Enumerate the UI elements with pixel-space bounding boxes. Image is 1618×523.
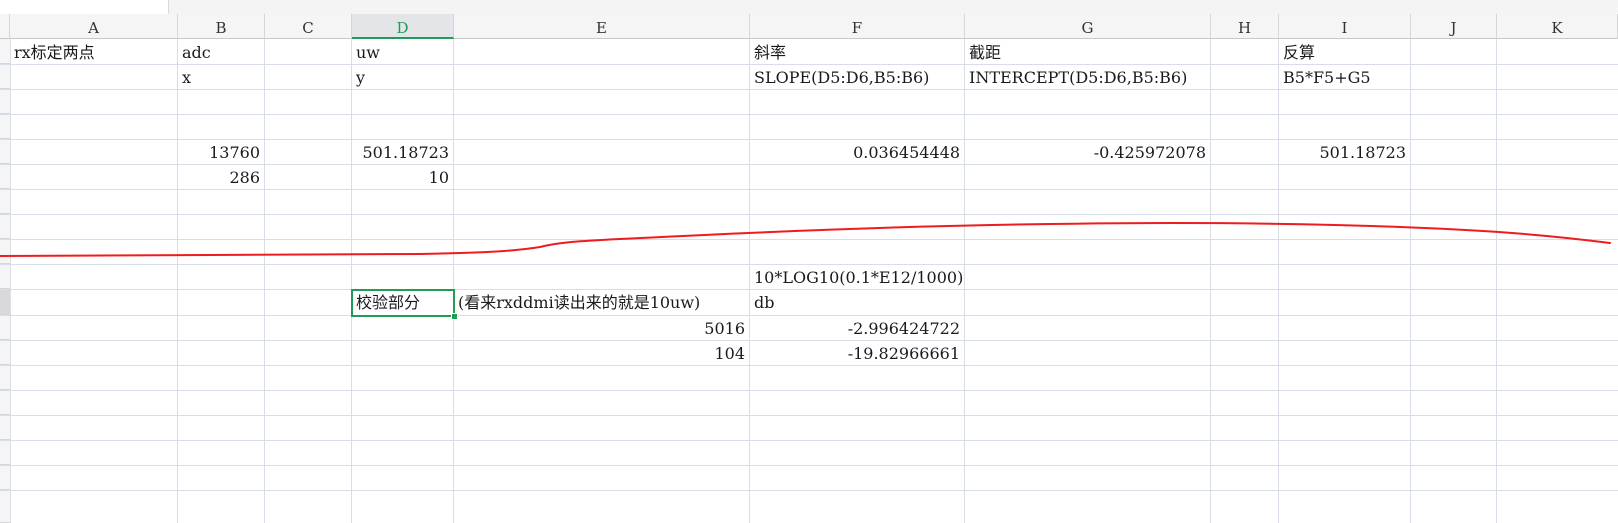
cell-f5[interactable]: 0.036454448 (750, 140, 964, 164)
column-header-k[interactable]: K (1497, 14, 1618, 39)
cell-i5[interactable]: 501.18723 (1279, 140, 1410, 164)
grid-line (0, 465, 1618, 466)
grid-line (10, 39, 11, 523)
row-header[interactable] (0, 465, 10, 490)
grid-line (0, 239, 1618, 240)
row-header[interactable] (0, 114, 10, 139)
column-header-i[interactable]: I (1279, 14, 1411, 39)
cell-f11[interactable]: db (750, 290, 964, 314)
cell-f12[interactable]: -2.996424722 (750, 316, 964, 340)
row-header[interactable] (0, 264, 10, 289)
cell-f10[interactable]: 10*LOG10(0.1*E12/1000) (750, 265, 990, 289)
cell-g1[interactable]: 截距 (965, 40, 1210, 64)
grid-line (0, 440, 1618, 441)
cell-a1[interactable]: rx标定两点 (10, 40, 177, 64)
row-header[interactable] (0, 390, 10, 415)
grid-line (1278, 39, 1279, 523)
grid-line (0, 365, 1618, 366)
cell-e12[interactable]: 5016 (454, 316, 749, 340)
grid-line (1496, 39, 1497, 523)
grid-line (453, 39, 454, 523)
cell-d2[interactable]: y (352, 65, 453, 89)
cell-f13[interactable]: -19.82966661 (750, 341, 964, 365)
cell-i2[interactable]: B5*F5+G5 (1279, 65, 1410, 89)
grid-line (0, 214, 1618, 215)
cell-b2[interactable]: x (178, 65, 264, 89)
grid-line (351, 39, 352, 523)
grid-line (177, 39, 178, 523)
grid-line (0, 89, 1618, 90)
cell-d6[interactable]: 10 (352, 165, 453, 189)
grid-line (264, 39, 265, 523)
cell-g2[interactable]: INTERCEPT(D5:D6,B5:B6) (965, 65, 1210, 89)
grid-line (0, 415, 1618, 416)
selected-cell-outline (351, 289, 455, 317)
grid-line (1410, 39, 1411, 523)
column-header-g[interactable]: G (965, 14, 1211, 39)
grid-line (1210, 39, 1211, 523)
cell-d5[interactable]: 501.18723 (352, 140, 453, 164)
active-tab-edge (0, 0, 169, 14)
column-header-f[interactable]: F (750, 14, 965, 39)
row-header[interactable] (0, 340, 10, 365)
column-header-c[interactable]: C (265, 14, 352, 39)
cell-e13[interactable]: 104 (454, 341, 749, 365)
row-header-active[interactable] (0, 289, 10, 315)
cell-f2[interactable]: SLOPE(D5:D6,B5:B6) (750, 65, 964, 89)
column-header-j[interactable]: J (1411, 14, 1497, 39)
row-header[interactable] (0, 39, 10, 64)
row-header[interactable] (0, 164, 10, 189)
row-header[interactable] (0, 139, 10, 164)
column-header-e[interactable]: E (454, 14, 750, 39)
grid-line (0, 189, 1618, 190)
cell-b1[interactable]: adc (178, 40, 264, 64)
column-header-d[interactable]: D (352, 14, 454, 39)
cell-e11[interactable]: (看来rxddmi读出来的就是10uw) (454, 290, 750, 314)
column-header-b[interactable]: B (178, 14, 265, 39)
cell-i1[interactable]: 反算 (1279, 40, 1410, 64)
row-header[interactable] (0, 490, 10, 523)
cell-f1[interactable]: 斜率 (750, 40, 964, 64)
row-header[interactable] (0, 189, 10, 214)
row-header[interactable] (0, 64, 10, 89)
row-header[interactable] (0, 365, 10, 390)
row-header[interactable] (0, 415, 10, 440)
row-header[interactable] (0, 239, 10, 264)
row-header[interactable] (0, 440, 10, 465)
fill-handle[interactable] (451, 313, 458, 320)
cell-b6[interactable]: 286 (178, 165, 264, 189)
row-header[interactable] (0, 214, 10, 239)
grid-line (0, 490, 1618, 491)
toolbar-strip (0, 0, 1618, 15)
row-header[interactable] (0, 315, 10, 340)
cell-b5[interactable]: 13760 (178, 140, 264, 164)
grid-line (0, 390, 1618, 391)
cell-g5[interactable]: -0.425972078 (965, 140, 1210, 164)
cell-d1[interactable]: uw (352, 40, 453, 64)
column-header-a[interactable]: A (10, 14, 178, 39)
column-header-h[interactable]: H (1211, 14, 1279, 39)
row-header[interactable] (0, 89, 10, 114)
spreadsheet-grid[interactable]: A B C D E F G H I J K rx标定两点 adc uw 斜率 截… (0, 0, 1618, 523)
select-all-corner[interactable] (0, 14, 10, 39)
grid-line (0, 114, 1618, 115)
